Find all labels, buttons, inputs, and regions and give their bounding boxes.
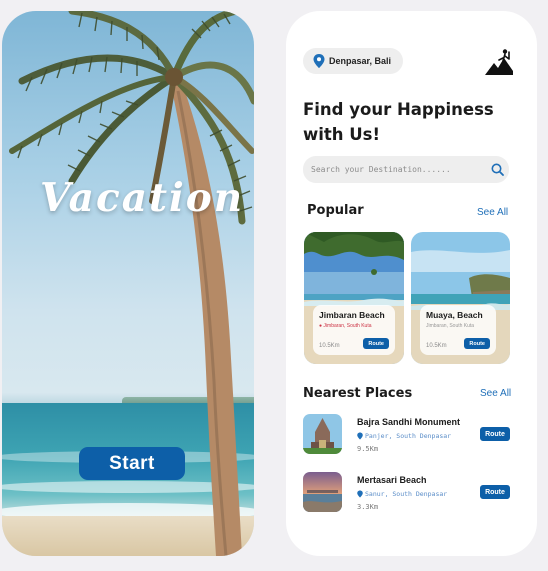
card-route-button[interactable]: Route xyxy=(464,338,490,349)
place-location-text: Panjer, South Denpasar xyxy=(365,432,452,440)
hiker-icon[interactable] xyxy=(485,49,513,75)
search-icon[interactable] xyxy=(491,163,504,176)
popular-see-all-link[interactable]: See All xyxy=(477,207,508,218)
place-name: Bajra Sandhi Monument xyxy=(357,417,461,427)
popular-card[interactable]: Muaya, Beach Jimbaran, South Kuta 10.5Km… xyxy=(411,232,510,364)
place-location-text: Sanur, South Denpasar xyxy=(365,490,448,498)
card-title: Muaya, Beach xyxy=(426,310,483,320)
card-title: Jimbaran Beach xyxy=(319,310,385,320)
card-subtitle: ● Jimbaran, South Kuta xyxy=(319,323,389,329)
place-location: Panjer, South Denpasar xyxy=(357,432,451,440)
location-pin-icon: ● xyxy=(319,323,323,329)
home-screen: Denpasar, Bali Find your Happiness with … xyxy=(286,11,537,556)
card-distance: 10.5Km xyxy=(319,343,340,349)
location-selector[interactable]: Denpasar, Bali xyxy=(303,48,404,74)
nearest-title: Nearest Places xyxy=(303,386,413,401)
location-pin-icon xyxy=(357,490,363,498)
route-button[interactable]: Route xyxy=(480,427,510,441)
search-input[interactable]: Search your Destination...... xyxy=(311,165,451,174)
splash-title: Vacation xyxy=(40,175,245,221)
place-distance: 9.5Km xyxy=(357,445,379,453)
card-route-button[interactable]: Route xyxy=(363,338,389,349)
beach-thumbnail xyxy=(303,472,342,512)
list-item[interactable]: Mertasari Beach Sanur, South Denpasar 3.… xyxy=(303,472,519,514)
place-distance: 3.3Km xyxy=(357,503,379,511)
splash-screen: Vacation Start xyxy=(2,11,254,556)
location-pin-icon xyxy=(313,54,325,68)
location-pin-icon xyxy=(357,432,363,440)
route-button[interactable]: Route xyxy=(480,485,510,499)
monument-thumbnail xyxy=(303,414,342,454)
stage: Vacation Start Denpasar, Bali Find your … xyxy=(0,0,548,571)
place-name: Mertasari Beach xyxy=(357,475,427,485)
page-headline: Find your Happiness with Us! xyxy=(303,97,503,147)
place-location: Sanur, South Denpasar xyxy=(357,490,447,498)
card-info-panel: Jimbaran Beach ● Jimbaran, South Kuta 10… xyxy=(313,305,395,355)
headline-line: with Us! xyxy=(303,125,381,144)
headline-line: Find your Happiness xyxy=(303,100,494,119)
popular-card[interactable]: Jimbaran Beach ● Jimbaran, South Kuta 10… xyxy=(304,232,404,364)
popular-title: Popular xyxy=(307,203,364,218)
card-distance: 10.5Km xyxy=(426,343,447,349)
card-info-panel: Muaya, Beach Jimbaran, South Kuta 10.5Km… xyxy=(420,305,496,355)
start-button[interactable]: Start xyxy=(79,447,185,480)
location-label: Denpasar, Bali xyxy=(329,56,392,66)
card-subtitle: Jimbaran, South Kuta xyxy=(426,323,475,329)
nearest-see-all-link[interactable]: See All xyxy=(480,388,511,399)
search-bar[interactable]: Search your Destination...... xyxy=(303,156,509,183)
card-subtitle-text: Jimbaran, South Kuta xyxy=(323,323,372,329)
list-item[interactable]: Bajra Sandhi Monument Panjer, South Denp… xyxy=(303,414,519,456)
